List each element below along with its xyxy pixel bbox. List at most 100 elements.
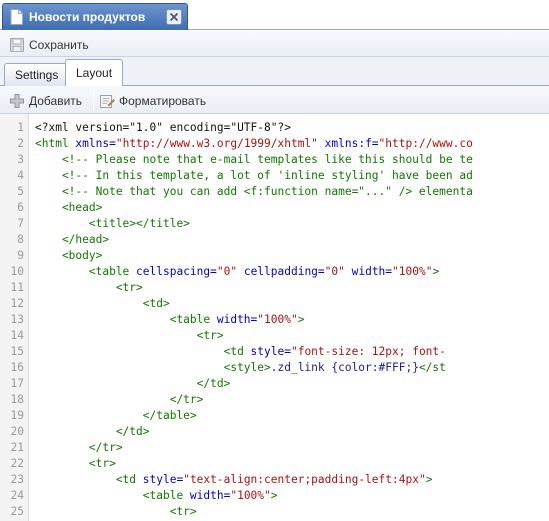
code-text: <html xmlns="http://www.w3.org/1999/xhtm… bbox=[35, 136, 473, 152]
code-line[interactable]: 4 <!-- In this template, a lot of 'inlin… bbox=[0, 168, 549, 184]
code-token: <table bbox=[35, 489, 190, 502]
code-token: .zd_link {color:#FFF;} bbox=[270, 361, 419, 374]
line-number: 23 bbox=[10, 473, 24, 486]
code-token: <!-- Note that you can add <f:function n… bbox=[35, 185, 473, 198]
code-text: <table width="100%"> bbox=[35, 488, 278, 504]
code-line[interactable]: 10 <table cellspacing="0" cellpadding="0… bbox=[0, 264, 549, 280]
code-token: > bbox=[270, 489, 278, 502]
code-line[interactable]: 11 <tr> bbox=[0, 280, 549, 296]
code-line[interactable]: 3 <!-- Please note that e-mail templates… bbox=[0, 152, 549, 168]
editor-tabs: Settings Layout bbox=[0, 57, 549, 87]
code-line[interactable]: 7 <title></title> bbox=[0, 216, 549, 232]
code-line[interactable]: 18 </tr> bbox=[0, 392, 549, 408]
code-text: <tr> bbox=[35, 456, 116, 472]
code-token: <style> bbox=[35, 361, 271, 374]
code-token: <table bbox=[35, 265, 137, 278]
code-token: <title></title> bbox=[35, 217, 190, 230]
code-text: <tr> bbox=[35, 280, 143, 296]
code-line[interactable]: 8 </head> bbox=[0, 232, 549, 248]
tab-settings[interactable]: Settings bbox=[4, 63, 70, 86]
code-line[interactable]: 14 <tr> bbox=[0, 328, 549, 344]
tab-layout[interactable]: Layout bbox=[65, 59, 124, 87]
code-text: <!-- In this template, a lot of 'inline … bbox=[35, 168, 473, 184]
code-token: <head> bbox=[35, 201, 103, 214]
code-text: <title></title> bbox=[35, 216, 190, 232]
code-token: "font-size: 12px; font- bbox=[290, 345, 446, 358]
add-button-label: Добавить bbox=[29, 93, 83, 108]
code-line[interactable]: 19 </table> bbox=[0, 408, 549, 424]
code-text: <!-- Please note that e-mail templates l… bbox=[35, 152, 473, 168]
code-text: <td style="font-size: 12px; font- bbox=[35, 344, 446, 360]
code-text: <style>.zd_link {color:#FFF;}</st bbox=[35, 360, 446, 376]
code-text: <tr> bbox=[35, 328, 224, 344]
code-token: "http://www.w3.org/1999/xhtml" bbox=[115, 137, 318, 150]
line-number: 6 bbox=[17, 201, 24, 214]
main-toolbar: Сохранить bbox=[0, 31, 549, 57]
code-line[interactable]: 21 </tr> bbox=[0, 440, 549, 456]
add-button[interactable]: Добавить bbox=[9, 91, 82, 110]
code-token: cellspacing= bbox=[136, 265, 217, 278]
code-line[interactable]: 25 <tr> bbox=[0, 504, 549, 520]
save-icon bbox=[10, 37, 24, 52]
code-text: </tr> bbox=[35, 392, 204, 408]
code-token: "100%" bbox=[230, 489, 271, 502]
code-token: width= bbox=[216, 313, 258, 326]
code-text: <body> bbox=[35, 248, 102, 264]
line-number: 4 bbox=[17, 169, 24, 182]
code-line[interactable]: 6 <head> bbox=[0, 200, 549, 216]
code-token: <tr> bbox=[35, 281, 143, 294]
code-token: </head> bbox=[35, 233, 110, 246]
code-line[interactable]: 5 <!-- Note that you can add <f:function… bbox=[0, 184, 549, 200]
layout-toolbar: Добавить Форматировать bbox=[0, 86, 549, 114]
code-token: "100%" bbox=[257, 313, 298, 326]
code-line[interactable]: 2 <html xmlns="http://www.w3.org/1999/xht… bbox=[0, 136, 549, 152]
line-number: 19 bbox=[10, 409, 24, 422]
code-text: <table width="100%"> bbox=[35, 312, 305, 328]
tab-strip-empty-area bbox=[190, 10, 549, 30]
code-token: <tr> bbox=[35, 457, 116, 470]
close-icon[interactable] bbox=[166, 9, 182, 25]
line-number: 22 bbox=[10, 457, 24, 470]
code-text: </table> bbox=[35, 408, 197, 424]
format-button[interactable]: Форматировать bbox=[99, 91, 206, 110]
code-line[interactable]: 9 <body> bbox=[0, 248, 549, 264]
save-button[interactable]: Сохранить bbox=[9, 35, 89, 54]
code-editor[interactable]: 1 <?xml version="1.0" encoding="UTF-8"?> 2… bbox=[0, 114, 549, 521]
code-line[interactable]: 16 <style>.zd_link {color:#FFF;}</st bbox=[0, 360, 549, 376]
code-line[interactable]: 23 <td style="text-align:center;padding-… bbox=[0, 472, 549, 488]
line-number: 15 bbox=[10, 345, 24, 358]
code-token: <table bbox=[35, 313, 217, 326]
code-token: "0" bbox=[324, 265, 345, 278]
line-number: 2 bbox=[17, 137, 24, 150]
code-line[interactable]: 13 <table width="100%"> bbox=[0, 312, 549, 328]
code-text: </tr> bbox=[35, 440, 123, 456]
line-number: 3 bbox=[17, 153, 24, 166]
code-line[interactable]: 17 </td> bbox=[0, 376, 549, 392]
line-number: 25 bbox=[10, 505, 24, 518]
save-button-label: Сохранить bbox=[29, 37, 89, 52]
code-token: <td bbox=[35, 345, 251, 358]
code-token: > bbox=[297, 313, 305, 326]
line-number: 24 bbox=[10, 489, 24, 502]
line-number: 17 bbox=[10, 377, 24, 390]
code-line[interactable]: 24 <table width="100%"> bbox=[0, 488, 549, 504]
document-tab[interactable]: Новости продуктов bbox=[2, 3, 188, 30]
code-text: <head> bbox=[35, 200, 102, 216]
code-token: <!-- In this template, a lot of 'inline … bbox=[35, 169, 473, 182]
line-number: 18 bbox=[10, 393, 24, 406]
line-number: 16 bbox=[10, 361, 24, 374]
document-tab-strip: Новости продуктов bbox=[0, 0, 549, 30]
code-line[interactable]: 15 <td style="font-size: 12px; font- bbox=[0, 344, 549, 360]
code-token: </table> bbox=[35, 409, 197, 422]
code-line[interactable]: 12 <td> bbox=[0, 296, 549, 312]
code-token: xmlns:f= bbox=[317, 137, 379, 150]
code-token: </tr> bbox=[35, 441, 123, 454]
code-token: </tr> bbox=[35, 393, 204, 406]
code-text: </td> bbox=[35, 376, 231, 392]
code-text: <tr> bbox=[35, 504, 197, 520]
code-line[interactable]: 1 <?xml version="1.0" encoding="UTF-8"?> bbox=[0, 120, 549, 136]
line-number: 7 bbox=[17, 217, 24, 230]
code-line[interactable]: 20 </td> bbox=[0, 424, 549, 440]
code-token: "100%" bbox=[392, 265, 433, 278]
code-line[interactable]: 22 <tr> bbox=[0, 456, 549, 472]
